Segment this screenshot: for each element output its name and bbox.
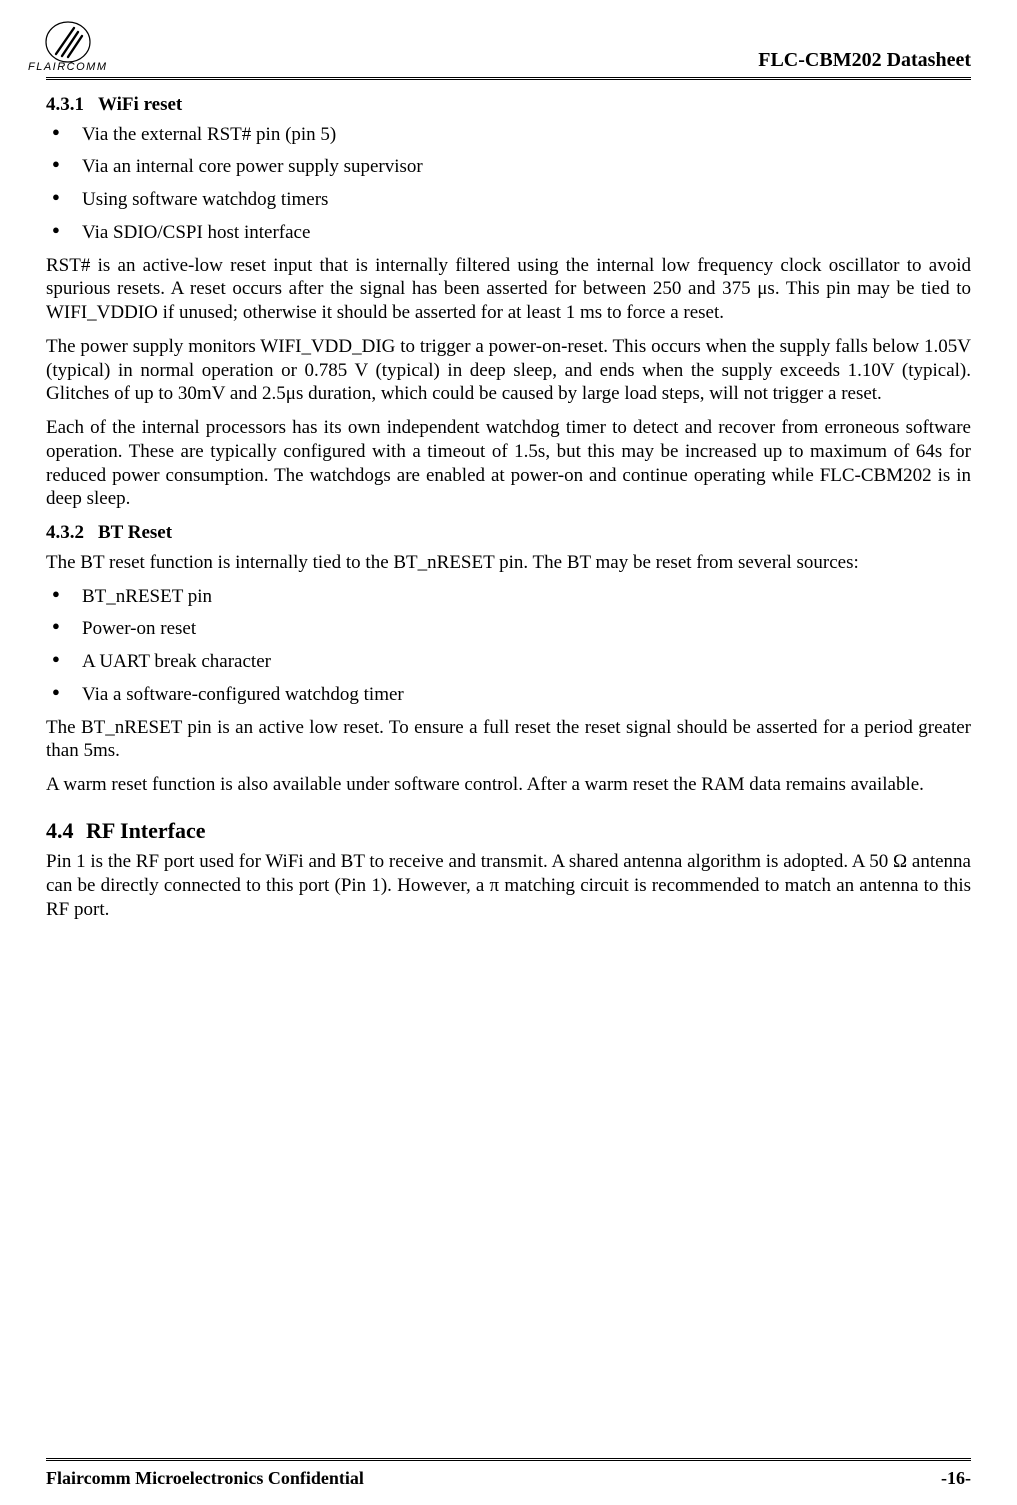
heading-number: 4.4 — [46, 817, 86, 845]
list-item: Via SDIO/CSPI host interface — [46, 221, 971, 245]
footer-confidential: Flaircomm Microelectronics Confidential — [46, 1467, 364, 1490]
header-rule — [46, 77, 971, 83]
paragraph: The BT_nRESET pin is an active low reset… — [46, 716, 971, 764]
paragraph: RST# is an active-low reset input that i… — [46, 254, 971, 325]
page: FLAIRCOMM FLC-CBM202 Datasheet 4.3.1WiFi… — [0, 0, 1017, 1505]
heading-4-4: 4.4RF Interface — [46, 817, 971, 845]
heading-title: BT Reset — [98, 522, 172, 543]
heading-4-3-2: 4.3.2BT Reset — [46, 521, 971, 545]
page-header: FLAIRCOMM FLC-CBM202 Datasheet — [46, 20, 971, 75]
list-item: Via the external RST# pin (pin 5) — [46, 123, 971, 147]
paragraph: The power supply monitors WIFI_VDD_DIG t… — [46, 335, 971, 406]
paragraph: Pin 1 is the RF port used for WiFi and B… — [46, 850, 971, 921]
page-footer: Flaircomm Microelectronics Confidential … — [46, 1452, 971, 1490]
list-item: A UART break character — [46, 650, 971, 674]
heading-title: WiFi reset — [98, 94, 182, 115]
bt-reset-bullets: BT_nRESET pin Power-on reset A UART brea… — [46, 585, 971, 707]
list-item: Via an internal core power supply superv… — [46, 155, 971, 179]
footer-page-number: -16- — [941, 1467, 971, 1490]
paragraph: The BT reset function is internally tied… — [46, 551, 971, 575]
wifi-reset-bullets: Via the external RST# pin (pin 5) Via an… — [46, 123, 971, 245]
heading-title: RF Interface — [86, 818, 206, 843]
heading-4-3-1: 4.3.1WiFi reset — [46, 93, 971, 117]
paragraph: A warm reset function is also available … — [46, 773, 971, 797]
document-title: FLC-CBM202 Datasheet — [758, 48, 971, 75]
footer-rule — [46, 1458, 971, 1464]
brand-name: FLAIRCOMM — [28, 61, 108, 75]
heading-number: 4.3.1 — [46, 93, 98, 117]
heading-number: 4.3.2 — [46, 521, 98, 545]
list-item: BT_nRESET pin — [46, 585, 971, 609]
brand-logo: FLAIRCOMM — [28, 20, 108, 75]
list-item: Via a software-configured watchdog timer — [46, 683, 971, 707]
list-item: Using software watchdog timers — [46, 188, 971, 212]
list-item: Power-on reset — [46, 617, 971, 641]
flaircomm-logo-icon — [40, 20, 96, 64]
paragraph: Each of the internal processors has its … — [46, 416, 971, 511]
